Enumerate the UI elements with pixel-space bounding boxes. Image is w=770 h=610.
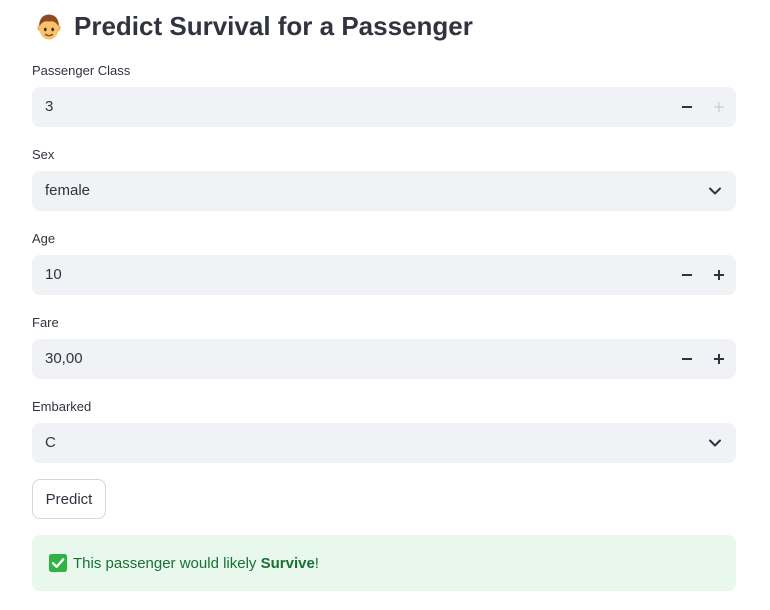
- fare-value[interactable]: 30,00: [45, 339, 83, 379]
- passenger-class-value[interactable]: 3: [45, 87, 53, 127]
- passenger-class-increment-button[interactable]: [703, 87, 735, 127]
- chevron-down-icon[interactable]: [707, 183, 723, 199]
- predict-button[interactable]: Predict: [32, 479, 106, 519]
- minus-icon: [682, 106, 692, 108]
- passenger-class-input[interactable]: 3: [32, 87, 736, 127]
- chevron-down-icon[interactable]: [707, 435, 723, 451]
- page-title-text: Predict Survival for a Passenger: [74, 10, 473, 41]
- fare-decrement-button[interactable]: [671, 339, 703, 379]
- minus-icon: [682, 274, 692, 276]
- plus-icon: [714, 270, 724, 280]
- embarked-selected-value[interactable]: C: [45, 423, 56, 463]
- embarked-select[interactable]: C: [32, 423, 736, 463]
- passenger-class-label: Passenger Class: [32, 63, 131, 78]
- check-mark-icon: [49, 554, 67, 572]
- alert-message: This passenger would likely Survive!: [73, 555, 319, 572]
- minus-icon: [682, 358, 692, 360]
- alert-message-suffix: !: [314, 554, 319, 572]
- age-label: Age: [32, 231, 56, 246]
- sex-label: Sex: [32, 147, 55, 162]
- age-decrement-button[interactable]: [671, 255, 703, 295]
- plus-icon: [714, 102, 724, 112]
- age-input[interactable]: 10: [32, 255, 736, 295]
- sex-select[interactable]: female: [32, 171, 736, 211]
- plus-icon: [714, 354, 724, 364]
- fare-label: Fare: [32, 315, 59, 330]
- page-title: Predict Survival for a Passenger: [33, 8, 473, 44]
- prediction-success-alert: This passenger would likely Survive!: [32, 535, 736, 591]
- alert-outcome: Survive: [260, 554, 315, 572]
- fare-input[interactable]: 30,00: [32, 339, 736, 379]
- alert-message-prefix: This passenger would likely: [73, 554, 261, 572]
- age-value[interactable]: 10: [45, 255, 62, 295]
- person-emoji-icon: [37, 14, 61, 40]
- passenger-class-decrement-button[interactable]: [671, 87, 703, 127]
- fare-increment-button[interactable]: [703, 339, 735, 379]
- age-increment-button[interactable]: [703, 255, 735, 295]
- embarked-label: Embarked: [32, 399, 92, 414]
- sex-selected-value[interactable]: female: [45, 171, 90, 211]
